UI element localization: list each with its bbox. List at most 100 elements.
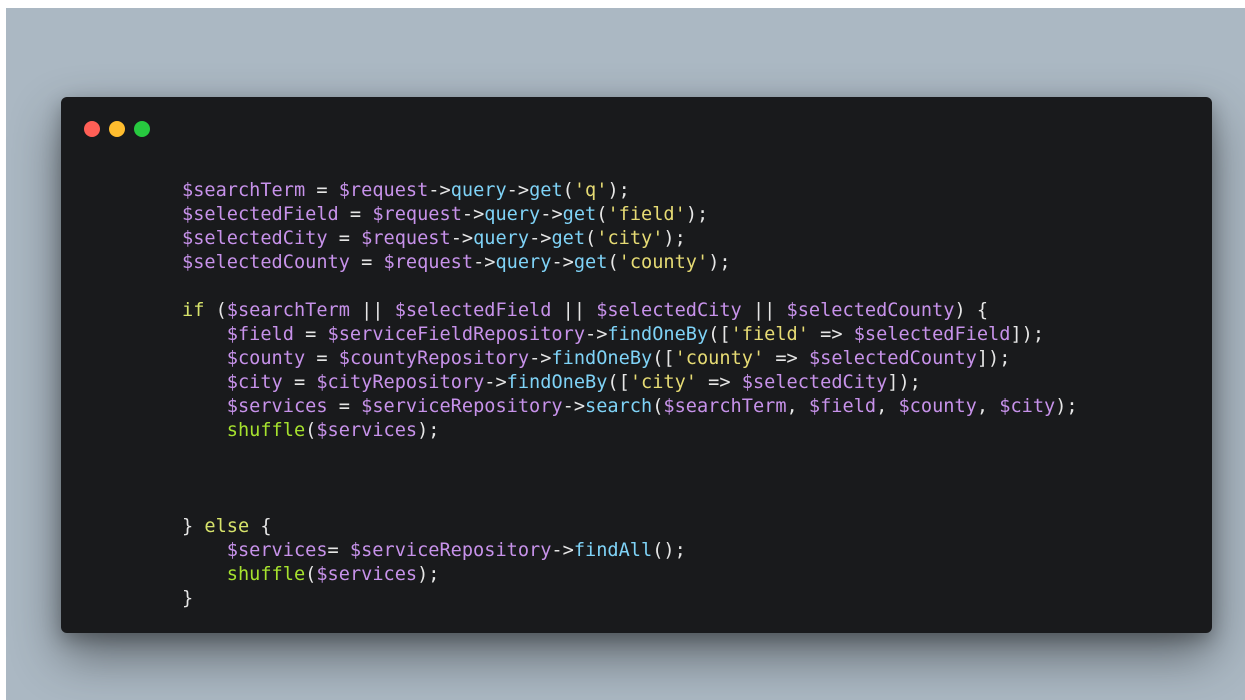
code-token: $countyRepository [338, 348, 530, 369]
code-token: ( [204, 300, 227, 321]
code-token: = [305, 348, 339, 369]
code-token: ( [652, 396, 664, 417]
code-token: -> [562, 396, 586, 417]
code-line: $services = $serviceRepository->search($… [182, 395, 1192, 419]
code-window: $searchTerm = $request->query->get('q');… [61, 97, 1212, 633]
code-token: query [473, 228, 530, 249]
code-token: => [696, 372, 742, 393]
code-line: shuffle($services); [182, 563, 1192, 587]
code-token: { [249, 516, 272, 537]
code-token: ([ [607, 372, 630, 393]
code-token: $field [226, 324, 294, 345]
code-token: = [327, 396, 362, 417]
code-token: get [529, 180, 563, 201]
code-token: 'field' [730, 324, 809, 345]
code-token: $searchTerm [663, 396, 787, 417]
code-line: $selectedCity = $request->query->get('ci… [182, 227, 1192, 251]
code-token: ]); [976, 348, 1011, 369]
code-token: $cityRepository [316, 372, 485, 393]
code-token: $request [361, 228, 451, 249]
minimize-icon[interactable] [109, 121, 125, 137]
code-token: else [204, 516, 250, 537]
code-token: -> [473, 252, 496, 273]
code-token: ]); [887, 372, 921, 393]
code-token: , [786, 396, 809, 417]
close-icon[interactable] [84, 121, 100, 137]
code-token: $selectedCounty [786, 300, 955, 321]
code-token: $city [226, 372, 283, 393]
code-token: findOneBy [551, 348, 653, 369]
code-token: -> [450, 228, 474, 249]
code-line: } else { [182, 515, 1192, 539]
code-token: $services [316, 420, 418, 441]
code-token: $city [999, 396, 1056, 417]
code-token: ); [663, 228, 686, 249]
code-token: $selectedCounty [182, 252, 350, 273]
code-token: ); [708, 252, 731, 273]
code-token: get [573, 252, 608, 273]
code-token: ); [607, 180, 630, 201]
code-token: ( [562, 180, 574, 201]
code-token: 'city' [596, 228, 664, 249]
code-token: $selectedCounty [808, 348, 977, 369]
code-token: shuffle [226, 420, 306, 441]
code-line: $services= $serviceRepository->findAll()… [182, 539, 1192, 563]
code-token: $searchTerm [226, 300, 350, 321]
code-token: = [327, 228, 362, 249]
code-line: $selectedCounty = $request->query->get('… [182, 251, 1192, 275]
code-token: $field [808, 396, 877, 417]
code-token: findOneBy [607, 324, 709, 345]
code-token: query [450, 180, 507, 201]
code-token: query [484, 204, 541, 225]
code-token: $selectedField [394, 300, 552, 321]
code-block: $searchTerm = $request->query->get('q');… [182, 179, 1192, 611]
code-token: ([ [652, 348, 675, 369]
code-token: -> [484, 372, 507, 393]
code-token: query [495, 252, 552, 273]
code-token: => [764, 348, 809, 369]
code-line: $field = $serviceFieldRepository->findOn… [182, 323, 1192, 347]
code-token: findAll [573, 540, 653, 561]
code-token: -> [540, 204, 563, 225]
maximize-icon[interactable] [134, 121, 150, 137]
code-token: ); [685, 204, 709, 225]
code-token: search [585, 396, 653, 417]
code-token: $request [383, 252, 474, 273]
code-token: $serviceRepository [361, 396, 563, 417]
code-token: $serviceRepository [349, 540, 552, 561]
code-token: = [305, 180, 339, 201]
code-token: 'county' [674, 348, 765, 369]
code-token: $county [226, 348, 306, 369]
code-token: -> [461, 204, 485, 225]
code-token: $services [316, 564, 418, 585]
code-token: ); [417, 564, 440, 585]
code-token: ); [417, 420, 440, 441]
code-token: , [876, 396, 899, 417]
code-token: => [808, 324, 854, 345]
code-line: shuffle($services); [182, 419, 1192, 443]
code-token: ( [607, 252, 619, 273]
code-token: = [282, 372, 317, 393]
code-token: = [338, 204, 373, 225]
code-token: get [551, 228, 586, 249]
code-token: ) { [954, 300, 989, 321]
code-token: -> [551, 252, 574, 273]
code-token: $selectedField [853, 324, 1011, 345]
background: $searchTerm = $request->query->get('q');… [6, 8, 1245, 700]
code-line: $searchTerm = $request->query->get('q'); [182, 179, 1192, 203]
code-token: if [182, 300, 205, 321]
code-token: , [976, 396, 1000, 417]
code-token: ([ [708, 324, 731, 345]
code-token: $selectedCity [596, 300, 742, 321]
code-line: $county = $countyRepository->findOneBy([… [182, 347, 1192, 371]
code-line: $selectedField = $request->query->get('f… [182, 203, 1192, 227]
code-token: $services [226, 540, 328, 561]
